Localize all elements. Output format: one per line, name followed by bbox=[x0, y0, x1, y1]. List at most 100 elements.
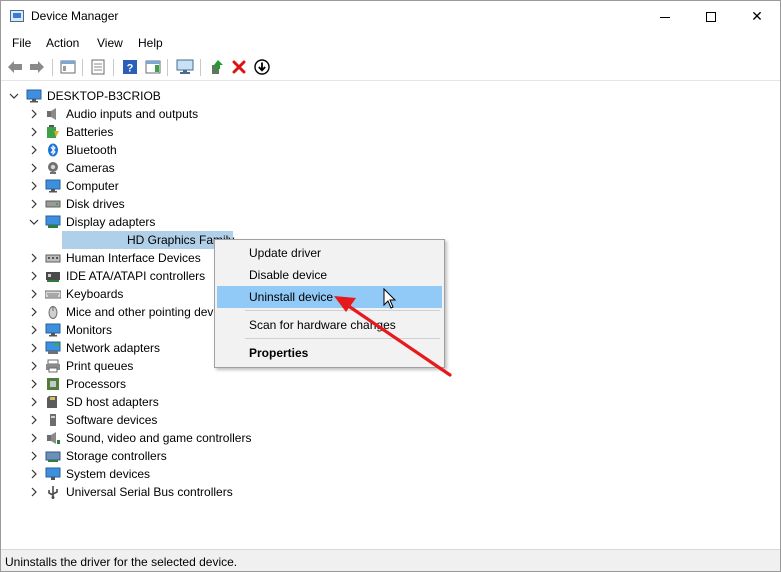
tree-root-computer[interactable]: DESKTOP-B3CRIOB bbox=[1, 87, 780, 105]
keyboard-icon bbox=[44, 287, 62, 301]
back-button[interactable] bbox=[6, 58, 24, 76]
action-pane-button[interactable] bbox=[144, 58, 162, 76]
device-manager-icon bbox=[10, 10, 24, 22]
tree-item-label: Keyboards bbox=[66, 287, 124, 301]
tree-item-sd-host-adapters[interactable]: SD host adapters bbox=[1, 393, 780, 411]
tree-item-software-devices[interactable]: Software devices bbox=[1, 411, 780, 429]
expand-chevron-icon[interactable] bbox=[29, 162, 39, 174]
printer-icon bbox=[45, 359, 61, 373]
uninstall-x-icon bbox=[232, 60, 246, 74]
forward-button[interactable] bbox=[28, 58, 46, 76]
expand-chevron-icon[interactable] bbox=[29, 360, 39, 372]
expand-chevron-icon[interactable] bbox=[29, 468, 39, 480]
expand-chevron-icon[interactable] bbox=[29, 198, 39, 210]
expand-chevron-icon[interactable] bbox=[29, 432, 39, 444]
menu-view[interactable]: View bbox=[97, 36, 123, 50]
status-text: Uninstalls the driver for the selected d… bbox=[5, 555, 238, 569]
action-pane-icon bbox=[145, 60, 161, 74]
properties-menu-item[interactable]: Properties bbox=[217, 342, 442, 364]
bluetooth-icon bbox=[45, 143, 61, 157]
speaker-icon bbox=[45, 107, 61, 121]
toolbar-separator bbox=[167, 59, 168, 76]
forward-arrow-icon bbox=[30, 61, 44, 73]
mouse-icon bbox=[45, 305, 61, 319]
expand-chevron-icon[interactable] bbox=[29, 270, 39, 282]
expand-chevron-icon[interactable] bbox=[29, 126, 39, 138]
expand-chevron-icon[interactable] bbox=[29, 306, 39, 318]
uninstall-button[interactable] bbox=[230, 58, 248, 76]
tree-item-display-adapters[interactable]: Display adapters bbox=[1, 213, 780, 231]
computer-icon bbox=[45, 179, 61, 193]
tree-item-label: Cameras bbox=[66, 161, 115, 175]
expand-chevron-icon[interactable] bbox=[29, 288, 39, 300]
tree-item-computer[interactable]: Computer bbox=[1, 177, 780, 195]
tree-item-label: IDE ATA/ATAPI controllers bbox=[66, 269, 206, 283]
expand-chevron-icon[interactable] bbox=[29, 108, 39, 120]
properties-sheet-icon bbox=[91, 59, 105, 75]
update-driver-button[interactable] bbox=[208, 58, 226, 76]
expand-chevron-icon[interactable] bbox=[29, 450, 39, 462]
usb-icon bbox=[45, 485, 61, 499]
help-button[interactable]: ? bbox=[121, 58, 139, 76]
tree-item-cameras[interactable]: Cameras bbox=[1, 159, 780, 177]
tree-item-label: Disk drives bbox=[66, 197, 125, 211]
tree-item-batteries[interactable]: Batteries bbox=[1, 123, 780, 141]
maximize-button[interactable] bbox=[688, 1, 734, 32]
expand-chevron-icon[interactable] bbox=[29, 252, 39, 264]
properties-button[interactable] bbox=[89, 58, 107, 76]
close-button[interactable]: ✕ bbox=[734, 1, 780, 32]
toolbar-separator bbox=[200, 59, 201, 76]
expand-chevron-icon[interactable] bbox=[29, 144, 39, 156]
tree-item-label: Processors bbox=[66, 377, 127, 391]
help-icon: ? bbox=[123, 60, 137, 75]
tree-item-label: Audio inputs and outputs bbox=[66, 107, 199, 121]
tree-item-system-devices[interactable]: System devices bbox=[1, 465, 780, 483]
expand-chevron-icon[interactable] bbox=[29, 180, 39, 192]
expand-chevron-icon[interactable] bbox=[29, 414, 39, 426]
hid-icon bbox=[45, 251, 61, 265]
expand-chevron-icon[interactable] bbox=[29, 396, 39, 408]
tree-item-sound-video-and-game-controllers[interactable]: Sound, video and game controllers bbox=[1, 429, 780, 447]
menu-bar: File Action View Help bbox=[1, 32, 780, 54]
tree-item-label: Print queues bbox=[66, 359, 134, 373]
camera-icon bbox=[45, 161, 61, 175]
sd-card-icon bbox=[45, 395, 61, 409]
close-icon: ✕ bbox=[751, 8, 763, 24]
scan-hardware-changes-menu-item[interactable]: Scan for hardware changes bbox=[217, 314, 442, 336]
tree-item-processors[interactable]: Processors bbox=[1, 375, 780, 393]
minimize-button[interactable] bbox=[642, 1, 688, 32]
expand-chevron-icon[interactable] bbox=[29, 486, 39, 498]
tree-root-label: DESKTOP-B3CRIOB bbox=[47, 89, 161, 103]
computer-icon bbox=[26, 89, 42, 103]
tree-item-bluetooth[interactable]: Bluetooth bbox=[1, 141, 780, 159]
console-tree-icon bbox=[60, 60, 76, 74]
toolbar-separator bbox=[82, 59, 83, 76]
disable-device-menu-item[interactable]: Disable device bbox=[217, 264, 442, 286]
menu-separator bbox=[245, 310, 440, 311]
expand-chevron-icon[interactable] bbox=[29, 378, 39, 390]
storage-controller-icon bbox=[45, 449, 61, 463]
uninstall-device-menu-item[interactable]: Uninstall device bbox=[217, 286, 442, 308]
maximize-icon bbox=[706, 12, 716, 23]
tree-item-disk-drives[interactable]: Disk drives bbox=[1, 195, 780, 213]
expand-chevron-icon[interactable] bbox=[29, 324, 39, 336]
menu-file[interactable]: File bbox=[12, 36, 31, 50]
processor-icon bbox=[45, 377, 61, 391]
scan-monitor-button[interactable] bbox=[176, 58, 194, 76]
expand-chevron-icon[interactable] bbox=[29, 342, 39, 354]
tree-item-label: Batteries bbox=[66, 125, 114, 139]
tree-item-label: Universal Serial Bus controllers bbox=[66, 485, 233, 499]
install-button[interactable] bbox=[253, 58, 271, 76]
tree-item-storage-controllers[interactable]: Storage controllers bbox=[1, 447, 780, 465]
tree-item-universal-serial-bus-controllers[interactable]: Universal Serial Bus controllers bbox=[1, 483, 780, 501]
menu-action[interactable]: Action bbox=[46, 36, 79, 50]
status-bar: Uninstalls the driver for the selected d… bbox=[1, 549, 780, 571]
collapse-chevron-icon[interactable] bbox=[29, 216, 39, 228]
tree-item-label: Storage controllers bbox=[66, 449, 167, 463]
tree-item-audio-inputs-and-outputs[interactable]: Audio inputs and outputs bbox=[1, 105, 780, 123]
collapse-chevron-icon[interactable] bbox=[9, 90, 19, 102]
menu-help[interactable]: Help bbox=[138, 36, 163, 50]
update-driver-menu-item[interactable]: Update driver bbox=[217, 242, 442, 264]
minimize-icon bbox=[660, 16, 670, 18]
show-hide-console-tree-button[interactable] bbox=[59, 58, 77, 76]
